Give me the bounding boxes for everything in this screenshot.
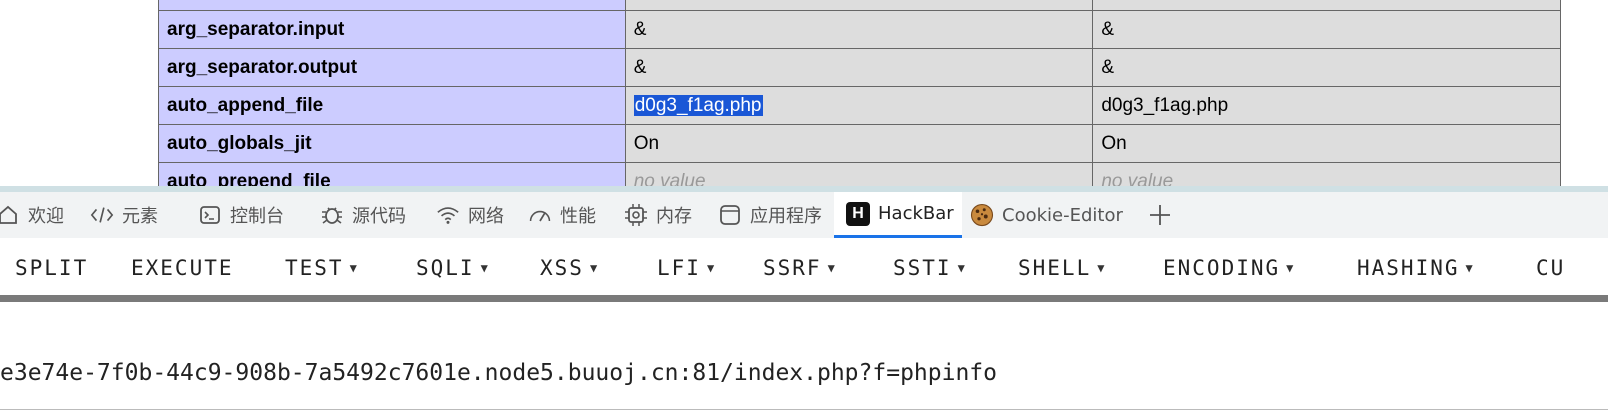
caret-down-icon: ▼ — [957, 261, 967, 275]
tab-cookie-editor[interactable]: Cookie-Editor — [970, 192, 1123, 238]
url-panel: e3e74e-7f0b-44c9-908b-7a5492c7601e.node5… — [0, 302, 1608, 414]
local-value: & — [624, 10, 1094, 49]
local-value: d0g3_f1ag.php — [624, 86, 1094, 125]
directive-name: auto_prepend_file — [158, 162, 626, 186]
app-window-icon — [718, 203, 742, 227]
master-value: d0g3_f1ag.php — [1092, 86, 1561, 125]
local-value: no value — [624, 162, 1094, 186]
master-value: & — [1092, 10, 1561, 49]
tab-welcome[interactable]: 欢迎 — [0, 192, 64, 238]
local-value: On — [624, 124, 1094, 163]
tab-network[interactable]: 网络 — [436, 192, 504, 238]
ssrf-menu-button[interactable]: SSRF ▼ — [763, 256, 837, 280]
table-row: auto_prepend_file no value no value — [158, 162, 1561, 186]
table-row — [158, 0, 1561, 11]
caret-down-icon: ▼ — [1286, 261, 1296, 275]
lfi-menu-button[interactable]: LFI ▼ — [657, 256, 716, 280]
directive-name: arg_separator.input — [158, 10, 626, 49]
caret-down-icon: ▼ — [589, 261, 600, 275]
tab-application[interactable]: 应用程序 — [718, 192, 822, 238]
caret-down-icon: ▼ — [827, 261, 837, 275]
directive-name: auto_append_file — [158, 86, 626, 125]
xss-menu-button[interactable]: XSS ▼ — [540, 256, 599, 280]
phpinfo-page: arg_separator.input & & arg_separator.ou… — [0, 0, 1608, 186]
caret-down-icon: ▼ — [706, 261, 717, 275]
cookie-icon — [970, 203, 994, 227]
tab-performance[interactable]: 性能 — [528, 192, 596, 238]
tab-console[interactable]: 控制台 — [198, 192, 284, 238]
table-row: arg_separator.output & & — [158, 48, 1561, 87]
plus-icon — [1148, 203, 1172, 227]
tab-sources[interactable]: 源代码 — [320, 192, 406, 238]
sqli-menu-button[interactable]: SQLI ▼ — [416, 256, 490, 280]
wifi-icon — [436, 203, 460, 227]
bug-icon — [320, 203, 344, 227]
caret-down-icon: ▼ — [1465, 261, 1475, 275]
hashing-menu-button[interactable]: HASHING ▼ — [1357, 256, 1475, 280]
table-row: auto_append_file d0g3_f1ag.php d0g3_f1ag… — [158, 86, 1561, 125]
tab-memory[interactable]: 内存 — [624, 192, 692, 238]
code-tag-icon — [90, 203, 114, 227]
add-tab-button[interactable] — [1148, 192, 1172, 238]
custom-menu-button[interactable]: CU — [1536, 256, 1565, 280]
directive-name: auto_globals_jit — [158, 124, 626, 163]
hackbar-toolbar: SPLIT EXECUTE TEST ▼ SQLI ▼ XSS ▼ LFI ▼ SSRF… — [0, 238, 1608, 302]
selected-text[interactable]: d0g3_f1ag.php — [633, 94, 763, 116]
table-row: auto_globals_jit On On — [158, 124, 1561, 163]
split-button[interactable]: SPLIT — [15, 256, 88, 280]
devtools-tab-strip: 欢迎 元素 控制台 源代码 网络 性能 内存 应用程序 H HackBar Co… — [0, 186, 1608, 238]
home-icon — [0, 203, 20, 227]
phpinfo-table: arg_separator.input & & arg_separator.ou… — [158, 0, 1561, 186]
gauge-icon — [528, 203, 552, 227]
url-input[interactable]: e3e74e-7f0b-44c9-908b-7a5492c7601e.node5… — [0, 360, 997, 386]
master-value: On — [1092, 124, 1561, 163]
hackbar-logo-icon: H — [846, 201, 870, 226]
master-value: no value — [1092, 162, 1561, 186]
encoding-menu-button[interactable]: ENCODING ▼ — [1163, 256, 1295, 280]
chip-icon — [624, 203, 648, 227]
caret-down-icon: ▼ — [480, 261, 490, 275]
caret-down-icon: ▼ — [1097, 261, 1107, 275]
master-value: & — [1092, 48, 1561, 87]
test-menu-button[interactable]: TEST ▼ — [285, 256, 359, 280]
shell-menu-button[interactable]: SHELL ▼ — [1018, 256, 1106, 280]
console-icon — [198, 203, 222, 227]
caret-down-icon: ▼ — [349, 261, 359, 275]
local-value: & — [624, 48, 1094, 87]
execute-button[interactable]: EXECUTE — [131, 256, 234, 280]
table-row: arg_separator.input & & — [158, 10, 1561, 49]
tab-hackbar[interactable]: H HackBar — [834, 192, 962, 238]
url-input-underline — [0, 409, 1608, 410]
tab-elements[interactable]: 元素 — [90, 192, 158, 238]
ssti-menu-button[interactable]: SSTI ▼ — [893, 256, 967, 280]
directive-name: arg_separator.output — [158, 48, 626, 87]
